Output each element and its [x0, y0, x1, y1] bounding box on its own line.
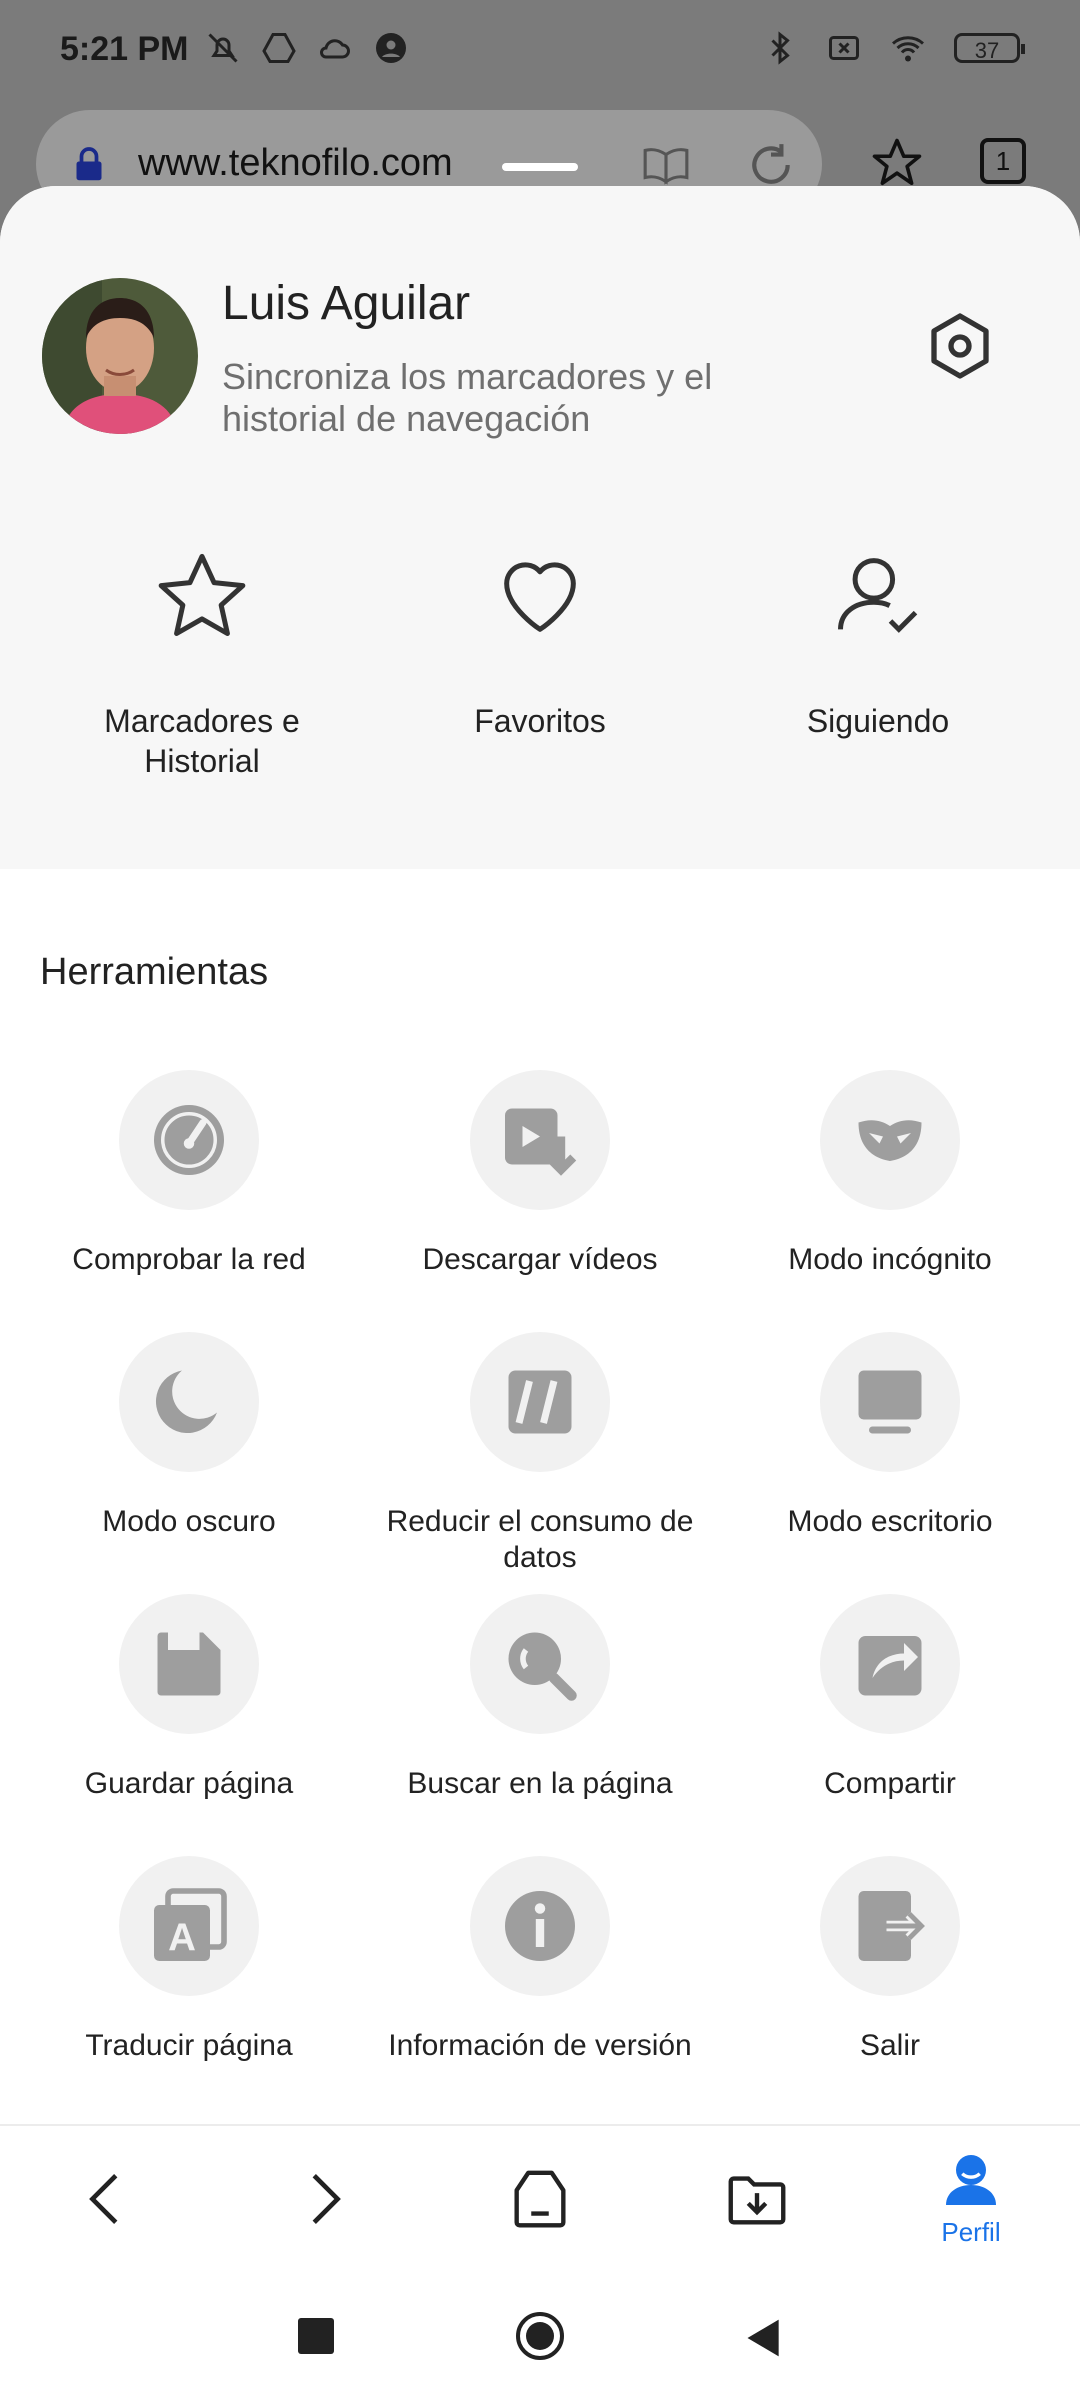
url-text: www.teknofilo.com — [138, 142, 453, 184]
tool-icon-circle — [820, 1332, 960, 1472]
tool-dark-mode[interactable]: Modo oscuro — [24, 1332, 354, 1540]
tool-label: Información de versión — [388, 2029, 692, 2062]
bookmark-star-icon[interactable] — [870, 136, 924, 190]
system-icons: 37 — [762, 30, 1025, 66]
svg-text:A: A — [168, 1917, 196, 1960]
reload-icon[interactable] — [746, 140, 796, 190]
info-icon — [505, 1891, 575, 1961]
tool-version-info[interactable]: Información de versión — [375, 1856, 705, 2064]
tool-label: Salir — [859, 2029, 920, 2062]
moon-icon — [155, 1370, 217, 1434]
tool-label: Reducir el consumo de datos — [386, 1505, 694, 1574]
nav-profile-label: Perfil — [941, 2217, 1001, 2247]
system-home-button[interactable] — [516, 2312, 564, 2360]
search-icon — [508, 1632, 577, 1701]
tool-download-videos[interactable]: Descargar vídeos — [375, 1070, 705, 1278]
sync-subtitle[interactable]: Sincroniza los marcadores y el historial… — [222, 356, 782, 440]
tools-section-title: Herramientas — [40, 951, 269, 993]
bell-off-icon — [208, 33, 238, 63]
avatar-image — [42, 278, 198, 434]
quick-action-label: Favoritos — [474, 703, 606, 739]
tool-icon-circle — [470, 1332, 610, 1472]
quick-action-label: Siguiendo — [806, 703, 950, 739]
tool-incognito[interactable]: Modo incógnito — [725, 1070, 1055, 1278]
sim-off-icon — [829, 36, 859, 60]
lock-icon — [76, 147, 102, 181]
speedometer-icon — [154, 1105, 224, 1175]
desktop-icon — [858, 1370, 922, 1434]
tool-exit[interactable]: Salir — [725, 1856, 1055, 2064]
avatar[interactable] — [42, 278, 198, 434]
quick-action-following[interactable]: Siguiendo — [728, 546, 1028, 741]
tool-label: Traducir página — [85, 2029, 293, 2062]
share-icon — [858, 1636, 922, 1696]
tool-label: Modo escritorio — [787, 1505, 993, 1538]
cloud-icon — [320, 39, 350, 59]
back-icon[interactable] — [72, 2164, 142, 2234]
save-icon — [157, 1632, 221, 1696]
tool-label: Descargar vídeos — [422, 1243, 658, 1276]
tool-label: Comprobar la red — [72, 1243, 306, 1276]
tabs-button[interactable]: 1 — [980, 138, 1026, 184]
tool-share[interactable]: Compartir — [725, 1594, 1055, 1802]
profile-icon — [946, 2155, 996, 2205]
tool-icon-circle — [470, 1070, 610, 1210]
user-check-icon — [838, 558, 918, 633]
downloads-folder-icon[interactable] — [722, 2164, 792, 2234]
tool-icon-circle: A — [119, 1856, 259, 1996]
tool-desktop-mode[interactable]: Modo escritorio — [725, 1332, 1055, 1540]
tool-translate-page[interactable]: A Traducir página — [24, 1856, 354, 2064]
settings-icon[interactable] — [920, 306, 1000, 386]
mask-icon — [858, 1120, 922, 1161]
profile-header: Luis Aguilar Sincroniza los marcadores y… — [0, 186, 1080, 869]
tool-icon-circle — [119, 1070, 259, 1210]
tool-icon-circle — [470, 1594, 610, 1734]
quick-action-label: Marcadores e Historial — [104, 703, 300, 779]
tool-find-in-page[interactable]: Buscar en la página — [375, 1594, 705, 1802]
tool-save-page[interactable]: Guardar página — [24, 1594, 354, 1802]
tool-icon-circle — [820, 1856, 960, 1996]
tool-label: Buscar en la página — [407, 1767, 673, 1800]
exit-icon — [858, 1891, 929, 1961]
star-icon — [158, 553, 246, 636]
user-name: Luis Aguilar — [222, 277, 471, 330]
account-icon — [376, 33, 406, 63]
reader-mode-icon[interactable] — [641, 140, 691, 190]
tool-label: Modo oscuro — [102, 1505, 276, 1538]
recents-button[interactable] — [298, 2318, 334, 2354]
video-download-icon — [505, 1108, 577, 1176]
bluetooth-icon — [771, 31, 790, 65]
battery-indicator: 37 — [954, 33, 1025, 63]
quick-action-favorites[interactable]: Favoritos — [390, 546, 690, 741]
quick-action-bookmarks-history[interactable]: Marcadores e Historial — [52, 546, 352, 781]
tool-label: Compartir — [824, 1767, 956, 1800]
nav-profile-tab[interactable]: Perfil — [930, 2150, 1012, 2248]
tool-icon-circle — [820, 1594, 960, 1734]
forward-icon[interactable] — [288, 2164, 358, 2234]
system-back-icon[interactable] — [742, 2316, 786, 2360]
notification-icons — [205, 30, 409, 66]
tool-label: Modo incógnito — [788, 1243, 992, 1276]
heart-icon — [504, 562, 576, 632]
translate-icon: A — [154, 1888, 227, 1961]
tool-check-network[interactable]: Comprobar la red — [24, 1070, 354, 1278]
drag-handle[interactable] — [502, 163, 578, 171]
tool-icon-circle — [119, 1594, 259, 1734]
profile-sheet: Luis Aguilar Sincroniza los marcadores y… — [0, 186, 1080, 2270]
tool-icon-circle — [820, 1070, 960, 1210]
system-navigation-bar — [0, 2270, 1080, 2400]
browser-bottom-nav: Perfil — [0, 2124, 1080, 2272]
tool-label: Guardar página — [84, 1767, 294, 1800]
drive-icon — [262, 33, 296, 63]
data-saver-icon — [508, 1370, 572, 1434]
tool-data-saver[interactable]: Reducir el consumo de datos — [375, 1332, 705, 1576]
tool-icon-circle — [119, 1332, 259, 1472]
tool-icon-circle — [470, 1856, 610, 1996]
status-bar: 5:21 PM 37 — [0, 0, 1080, 100]
wifi-icon — [892, 36, 924, 62]
status-time: 5:21 PM — [60, 30, 189, 68]
home-icon[interactable] — [505, 2164, 575, 2234]
